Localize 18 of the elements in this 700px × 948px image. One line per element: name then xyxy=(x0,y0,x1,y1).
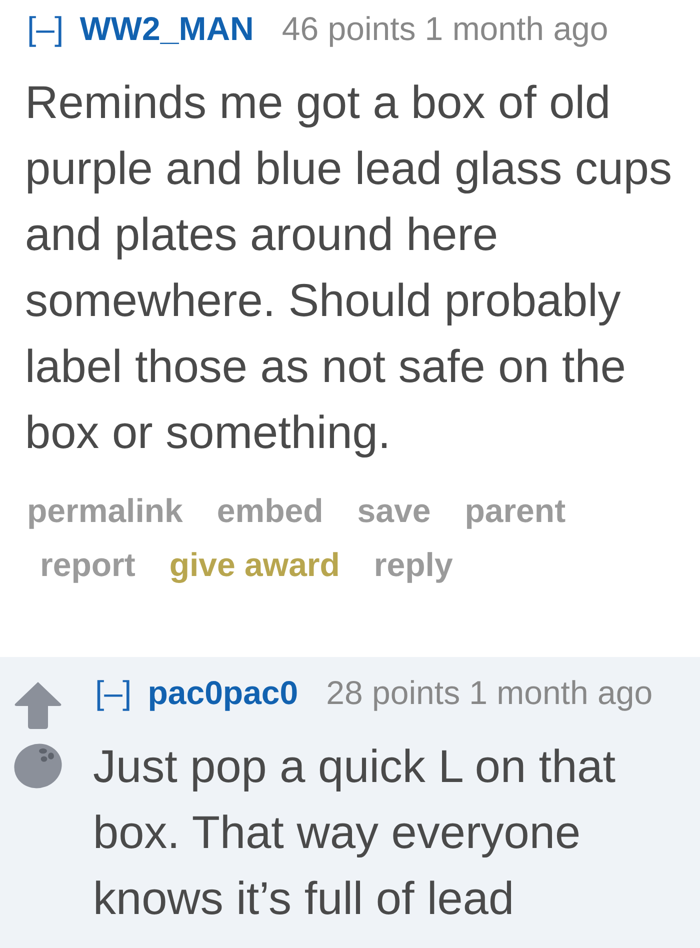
score-text: 46 points xyxy=(282,10,416,48)
timestamp: 1 month ago xyxy=(469,674,653,712)
comment-body: Just pop a quick L on that box. That way everyone knows it’s full of lead xyxy=(93,739,617,926)
author-link[interactable]: pac0pac0 xyxy=(148,674,298,712)
comment-body: Reminds me got a box of old purple and blue lead glass cups and plates around here somewhere. Should probably label those as not safe on the box or something. xyxy=(25,75,674,460)
action-link[interactable]: save xyxy=(357,492,431,529)
action-link[interactable]: report xyxy=(40,546,136,583)
author-link[interactable]: WW2_MAN xyxy=(80,10,254,48)
action-link[interactable]: parent xyxy=(464,492,566,529)
action-link[interactable]: reply xyxy=(374,546,453,583)
timestamp: 1 month ago xyxy=(424,10,608,48)
collapse-toggle[interactable]: [–] xyxy=(95,674,132,712)
collapse-toggle[interactable]: [–] xyxy=(27,10,64,48)
action-link[interactable]: permalink xyxy=(27,492,183,529)
give-award-link[interactable]: give award xyxy=(169,546,340,583)
score-text: 28 points xyxy=(326,674,460,712)
upvote-arrow-icon[interactable] xyxy=(13,680,63,730)
action-link[interactable]: embed xyxy=(216,492,324,529)
